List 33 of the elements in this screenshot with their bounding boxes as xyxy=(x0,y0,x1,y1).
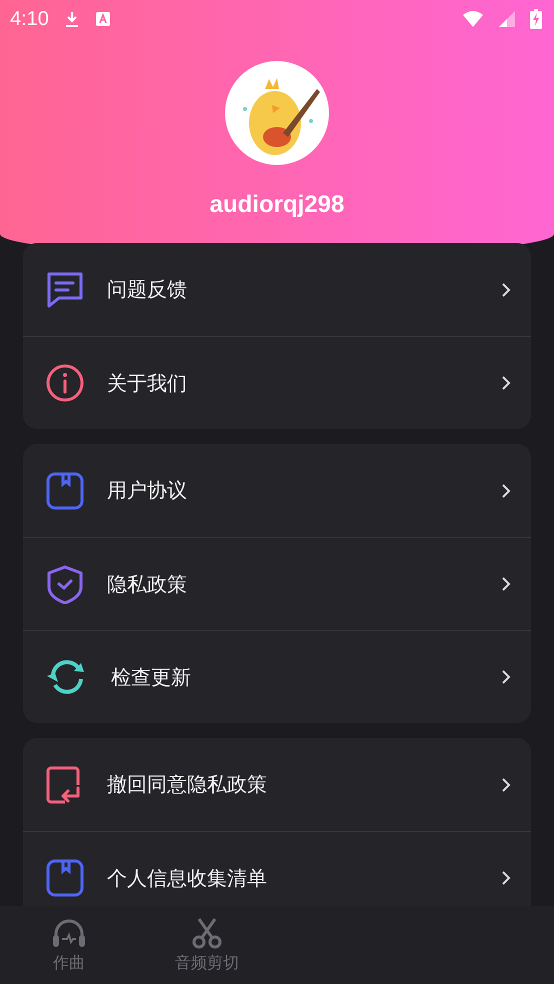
menu-item-label: 问题反馈 xyxy=(107,276,188,303)
username: audiorqj298 xyxy=(210,191,344,219)
signal-icon xyxy=(498,10,516,28)
menu-item[interactable]: 撤回同意隐私政策 xyxy=(23,738,531,831)
menu-item-label: 隐私政策 xyxy=(107,570,188,598)
bookmark-document-icon xyxy=(45,858,85,898)
bookmark-document-icon xyxy=(45,470,85,510)
menu-item[interactable]: 用户协议 xyxy=(23,444,531,537)
menu-item-label: 用户协议 xyxy=(107,477,188,504)
chat-bubble-icon xyxy=(45,270,85,310)
headphones-icon xyxy=(52,916,86,948)
menu-item[interactable]: 检查更新 xyxy=(23,630,531,723)
chevron-right-icon xyxy=(501,482,511,498)
menu-item-label: 关于我们 xyxy=(107,370,188,396)
shield-check-icon xyxy=(45,564,85,604)
chevron-right-icon xyxy=(501,776,511,792)
app-notification-icon xyxy=(94,11,111,27)
scissors-icon xyxy=(191,916,223,948)
menu-item-label: 撤回同意隐私政策 xyxy=(107,771,268,798)
menu-item[interactable]: 关于我们 xyxy=(23,336,531,429)
info-icon xyxy=(45,363,85,403)
menu-item[interactable]: 隐私政策 xyxy=(23,537,531,630)
wifi-icon xyxy=(462,10,484,28)
chevron-right-icon xyxy=(501,375,511,391)
chevron-right-icon xyxy=(501,669,511,685)
menu-item[interactable]: 问题反馈 xyxy=(23,243,531,336)
status-time: 4:10 xyxy=(10,8,49,30)
chevron-right-icon xyxy=(501,282,511,298)
chevron-right-icon xyxy=(501,576,511,592)
battery-charging-icon xyxy=(530,9,542,29)
menu-item-label: 个人信息收集清单 xyxy=(107,864,268,892)
chevron-right-icon xyxy=(501,870,511,886)
menu-item-label: 检查更新 xyxy=(111,664,192,690)
